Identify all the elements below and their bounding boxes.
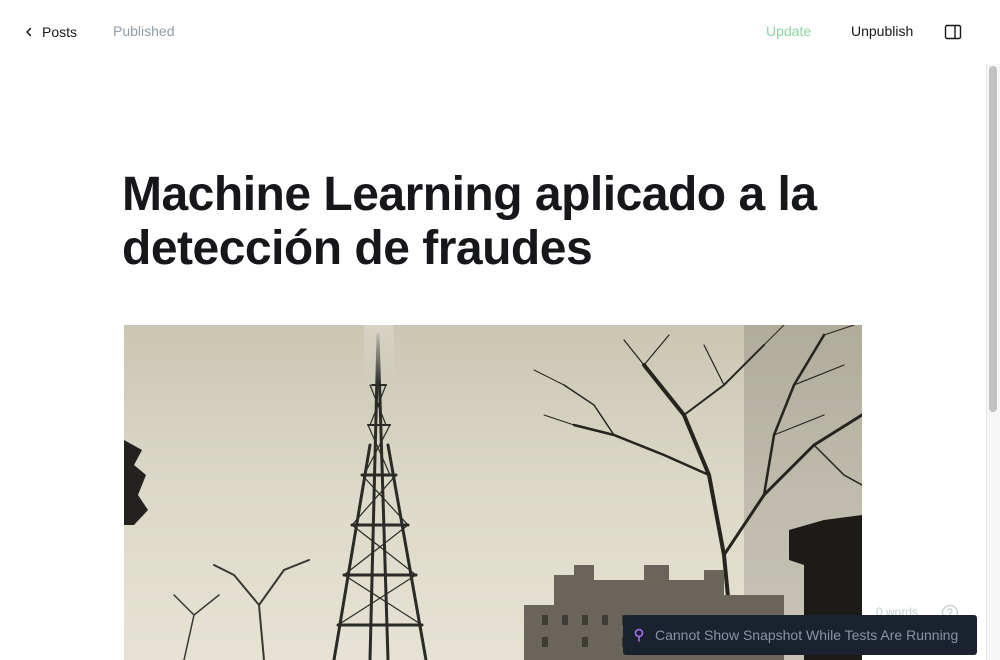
- snapshot-toast: Cannot Show Snapshot While Tests Are Run…: [623, 615, 977, 655]
- feature-image[interactable]: [124, 325, 862, 660]
- unpublish-button[interactable]: Unpublish: [851, 23, 913, 39]
- update-button[interactable]: Update: [766, 23, 811, 39]
- post-status-label: Published: [113, 23, 175, 39]
- toast-message: Cannot Show Snapshot While Tests Are Run…: [655, 627, 959, 643]
- pin-icon: [633, 628, 645, 642]
- back-to-posts-link[interactable]: Posts: [24, 22, 77, 42]
- editor-header: Posts Published Update Unpublish: [0, 0, 1000, 64]
- chevron-left-icon: [24, 27, 34, 37]
- post-title[interactable]: Machine Learning aplicado a la detección…: [122, 168, 882, 276]
- eiffel-tower-photo: [124, 325, 862, 660]
- editor-scrollbar-thumb[interactable]: [989, 66, 997, 412]
- sidebar-toggle-icon[interactable]: [944, 23, 962, 41]
- back-link-label: Posts: [42, 24, 78, 40]
- editor-screen: Posts Published Update Unpublish Machine…: [0, 0, 1000, 660]
